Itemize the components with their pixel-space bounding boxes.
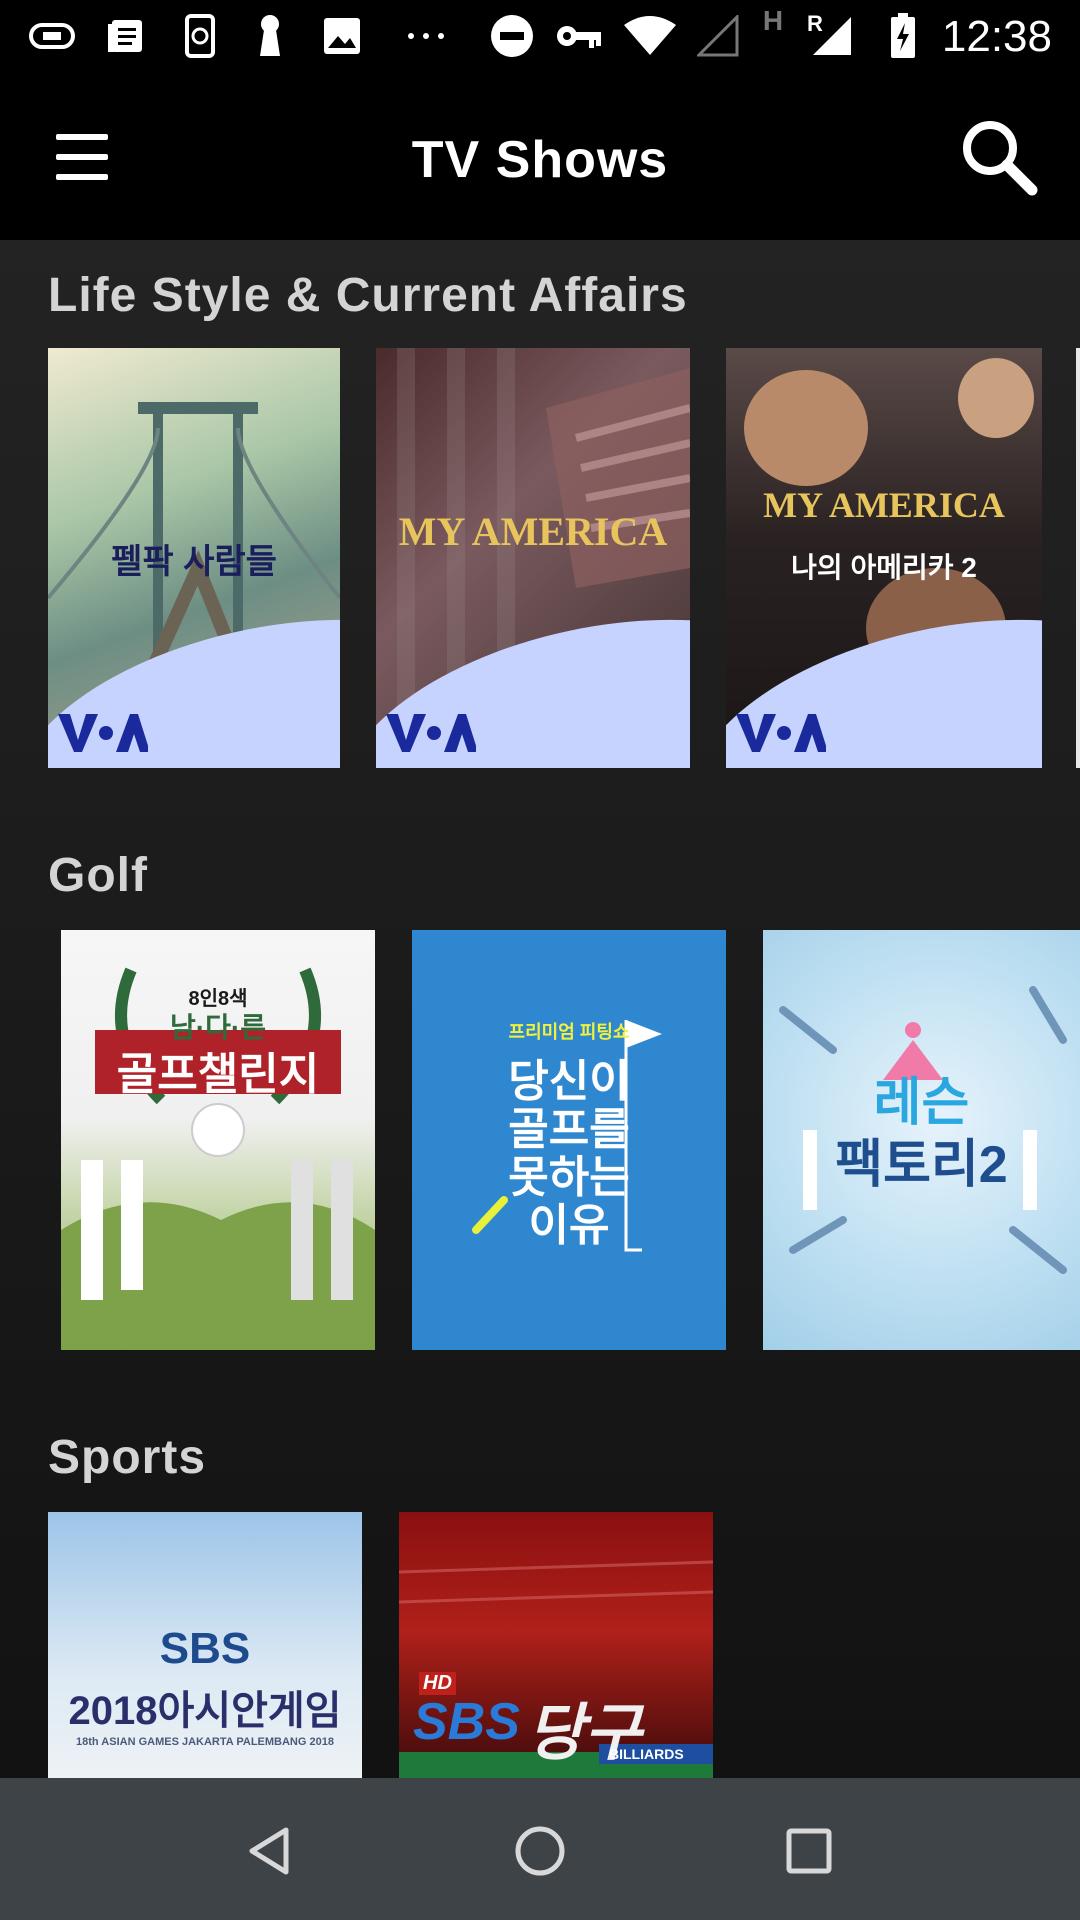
show-badge: 프리미엄 피팅쇼 — [508, 1022, 630, 1042]
show-card[interactable]: MY AMERICA 나의 아메리카 2 — [726, 348, 1042, 768]
show-subtitle: 나의 아메리카 2 — [791, 552, 977, 583]
show-title: 골프챌린지 — [116, 1050, 320, 1099]
show-brand: SBS — [159, 1624, 251, 1673]
show-caption: BILLIARDS — [609, 1746, 684, 1762]
show-card[interactable]: MY AMERICA — [376, 348, 690, 768]
phone-sync-icon — [178, 14, 222, 58]
system-nav-bar — [0, 1778, 1080, 1920]
shows-list[interactable]: Life Style & Current Affairs 펠팍 사람들 MY A… — [0, 240, 1080, 1778]
section-title-sports: Sports — [48, 1431, 207, 1484]
show-title-line-3: 못하는 — [508, 1153, 630, 1202]
show-brand: SBS — [413, 1693, 520, 1751]
voa-logo-icon — [736, 714, 826, 752]
wifi-icon — [622, 14, 678, 58]
next-card-peek — [1076, 348, 1080, 768]
key-icon — [554, 14, 604, 58]
status-time: 12:38 — [941, 12, 1052, 61]
signal-roaming-icon — [810, 14, 854, 58]
show-card[interactable]: 8인8색 남·다·른 골프챌린지 — [61, 930, 375, 1350]
battery-charging-icon — [888, 13, 918, 58]
show-card[interactable]: 레슨 팩토리2 — [763, 930, 1080, 1350]
search-icon[interactable] — [954, 112, 1044, 202]
show-title-line-2: 골프를 — [508, 1105, 630, 1154]
signal-empty-icon — [696, 14, 740, 58]
show-card[interactable]: 펠팍 사람들 — [48, 348, 340, 768]
show-title-line-1: 당신이 — [508, 1057, 630, 1106]
show-card[interactable]: 프리미엄 피팅쇼 당신이 골프를 못하는 이유 — [412, 930, 726, 1350]
back-icon[interactable] — [236, 1816, 306, 1886]
show-title: 팩토리2 — [835, 1136, 1008, 1194]
voa-logo-icon — [386, 714, 476, 752]
network-type-label: H — [762, 5, 784, 36]
more-dots-icon — [404, 14, 448, 58]
keyhole-icon — [252, 14, 288, 58]
do-not-disturb-icon — [488, 14, 536, 58]
section-title-golf: Golf — [48, 849, 148, 902]
show-title: MY AMERICA — [763, 485, 1005, 525]
show-title: MY AMERICA — [398, 509, 668, 554]
home-icon[interactable] — [505, 1816, 575, 1886]
show-title-line-4: 이유 — [528, 1201, 610, 1250]
page-title: TV Shows — [411, 131, 669, 189]
voa-logo-icon — [58, 714, 148, 752]
app-bar: TV Shows — [0, 72, 1080, 240]
status-bar: H R 12:38 — [0, 0, 1080, 72]
section-title-lifestyle: Life Style & Current Affairs — [48, 269, 688, 322]
show-title: 2018아시안게임 — [68, 1689, 342, 1733]
show-card[interactable]: HD SBS 당구 BILLIARDS — [399, 1512, 713, 1778]
recents-icon[interactable] — [774, 1816, 844, 1886]
show-title: 펠팍 사람들 — [111, 543, 277, 581]
show-card[interactable]: SBS 2018아시안게임 18th ASIAN GAMES JAKARTA P… — [48, 1512, 362, 1778]
show-caption: 18th ASIAN GAMES JAKARTA PALEMBANG 2018 — [76, 1736, 334, 1748]
image-icon — [320, 14, 364, 58]
notes-icon — [104, 14, 148, 58]
usb-icon — [28, 14, 76, 58]
